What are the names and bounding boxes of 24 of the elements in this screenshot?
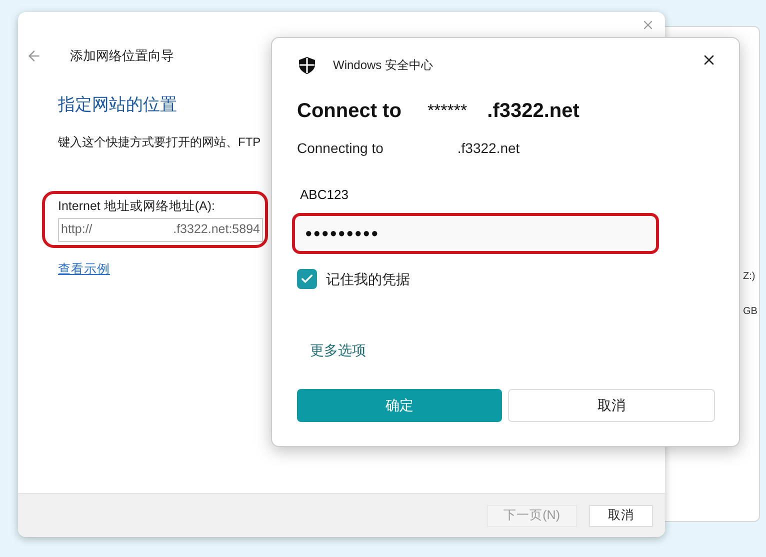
more-options-link[interactable]: 更多选项 xyxy=(310,340,366,360)
dialog-title: Windows 安全中心 xyxy=(333,57,434,74)
masked-host: ****** xyxy=(427,100,468,122)
wizard-heading: 指定网站的位置 xyxy=(58,94,177,116)
cancel-button[interactable]: 取消 xyxy=(508,388,715,422)
example-link[interactable]: 查看示例 xyxy=(58,260,110,279)
dialog-heading: Connect to xyxy=(297,99,402,124)
wizard-title: 添加网络位置向导 xyxy=(70,47,174,65)
remember-label: 记住我的凭据 xyxy=(326,270,410,288)
url-field[interactable]: http:// .f3322.net:5894 xyxy=(58,218,263,242)
shield-icon xyxy=(299,56,315,74)
username-text: ABC123 xyxy=(300,186,348,204)
field-label: Internet 地址或网络地址(A): xyxy=(58,198,215,215)
drive-text: Z:) xyxy=(743,270,756,284)
ok-button[interactable]: 确定 xyxy=(297,388,502,422)
drive-text: GB xyxy=(743,305,758,319)
wizard-description: 键入这个快捷方式要打开的网站、FTP xyxy=(58,134,261,151)
wizard-button[interactable]: 取消 xyxy=(589,504,653,526)
dialog-heading: .f3322.net xyxy=(487,99,580,124)
remember-checkbox[interactable] xyxy=(297,269,317,289)
password-field[interactable]: ●●●●●●●●● xyxy=(305,224,380,242)
check-icon xyxy=(300,272,314,286)
connecting-text: Connecting to xyxy=(297,139,384,158)
connecting-host: .f3322.net xyxy=(457,139,520,158)
